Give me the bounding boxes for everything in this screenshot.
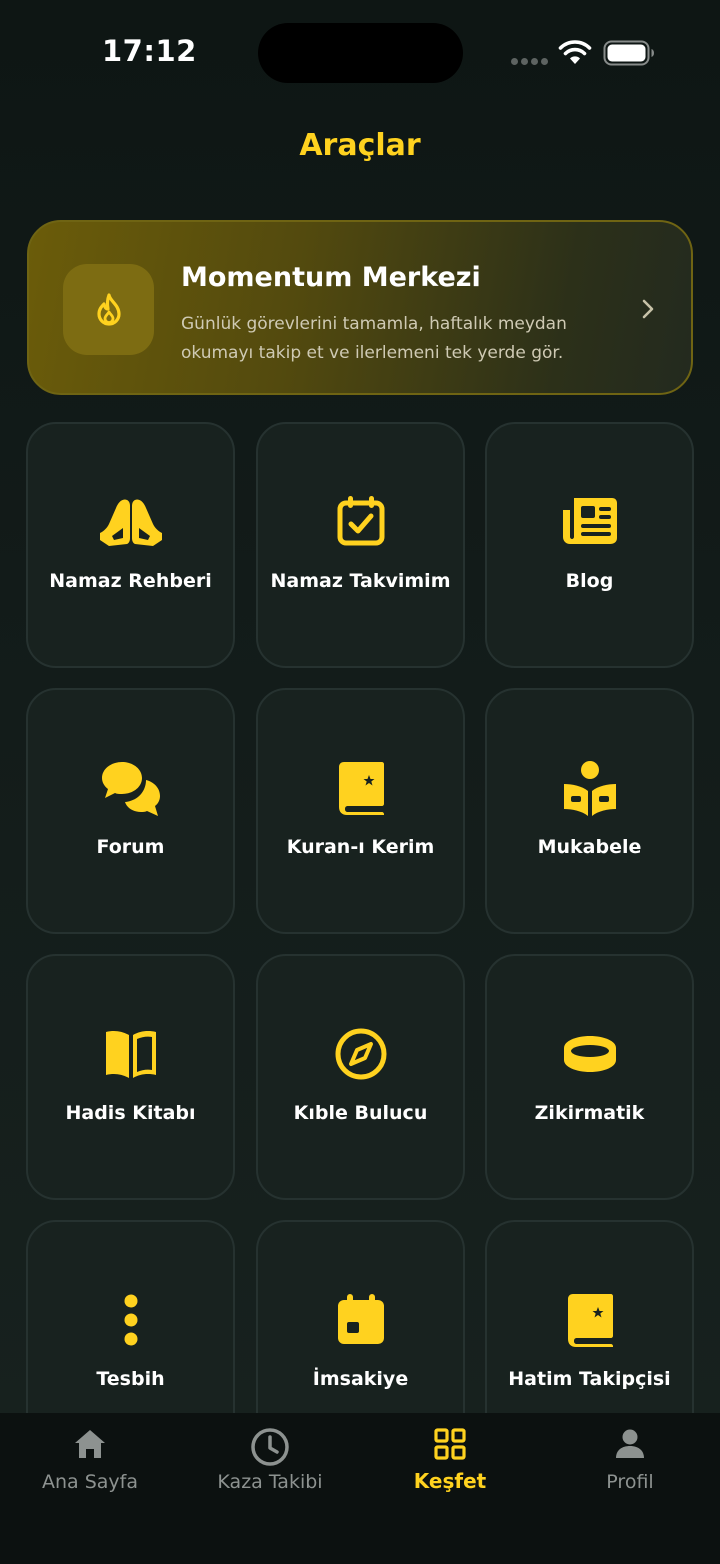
chat-bubbles-icon <box>28 760 233 818</box>
praying-hands-icon <box>28 494 233 548</box>
tool-tile-kuran-i-kerim[interactable]: Kuran-ı Kerim <box>256 688 465 934</box>
nav-label: Profil <box>606 1471 654 1493</box>
tool-label: İmsakiye <box>312 1368 409 1390</box>
page-title: Araçlar <box>299 128 421 163</box>
calendar-icon <box>258 1292 463 1348</box>
quran-book-icon <box>487 1292 692 1348</box>
cellular-signal-icon <box>511 58 548 65</box>
person-icon <box>540 1427 720 1461</box>
newspaper-icon <box>487 494 692 548</box>
nav-item-profil[interactable]: Profil <box>540 1413 720 1523</box>
clock-icon <box>180 1427 360 1467</box>
tool-tile-namaz-takvimim[interactable]: Namaz Takvimim <box>256 422 465 668</box>
flame-icon <box>63 264 154 355</box>
bottom-navigation: Ana Sayfa Kaza Takibi Keşfet Profil <box>0 1413 720 1564</box>
tool-label: Hadis Kitabı <box>65 1102 196 1124</box>
tool-tile-forum[interactable]: Forum <box>26 688 235 934</box>
momentum-card[interactable]: Momentum Merkezi Günlük görevlerini tama… <box>27 220 693 395</box>
nav-item-kesfet[interactable]: Keşfet <box>360 1413 540 1523</box>
tool-label: Hatim Takipçisi <box>508 1368 671 1390</box>
tool-label: Tesbih <box>96 1368 165 1390</box>
compass-icon <box>258 1026 463 1082</box>
beads-icon <box>28 1292 233 1348</box>
tool-tile-blog[interactable]: Blog <box>485 422 694 668</box>
open-book-icon <box>28 1026 233 1080</box>
nav-label: Ana Sayfa <box>41 1471 138 1493</box>
nav-item-kaza-takibi[interactable]: Kaza Takibi <box>180 1413 360 1523</box>
tool-tile-hadis-kitabi[interactable]: Hadis Kitabı <box>26 954 235 1200</box>
tool-label: Kıble Bulucu <box>293 1102 428 1124</box>
nav-item-ana-sayfa[interactable]: Ana Sayfa <box>0 1413 180 1523</box>
wifi-icon <box>558 40 592 64</box>
chevron-right-icon <box>642 299 654 319</box>
nav-label: Keşfet <box>413 1469 487 1493</box>
ring-counter-icon <box>487 1026 692 1082</box>
tool-tile-mukabele[interactable]: Mukabele <box>485 688 694 934</box>
tool-label: Blog <box>565 570 614 592</box>
battery-icon <box>603 40 654 66</box>
tool-label: Namaz Takvimim <box>270 570 451 592</box>
dynamic-island <box>258 23 463 83</box>
calendar-check-icon <box>258 494 463 548</box>
momentum-description: Günlük görevlerini tamamla, haftalık mey… <box>181 314 567 363</box>
tool-label: Namaz Rehberi <box>49 570 212 592</box>
home-icon <box>0 1427 180 1461</box>
quran-book-icon <box>258 760 463 816</box>
grid-icon <box>360 1427 540 1461</box>
tool-tile-kible-bulucu[interactable]: Kıble Bulucu <box>256 954 465 1200</box>
tool-label: Zikirmatik <box>534 1102 645 1124</box>
nav-label: Kaza Takibi <box>217 1471 323 1493</box>
tool-tile-zikirmatik[interactable]: Zikirmatik <box>485 954 694 1200</box>
tool-tile-namaz-rehberi[interactable]: Namaz Rehberi <box>26 422 235 668</box>
status-bar: 17:12 <box>0 0 720 100</box>
tool-label: Kuran-ı Kerim <box>286 836 435 858</box>
reader-icon <box>487 760 692 818</box>
status-time: 17:12 <box>102 34 197 68</box>
momentum-title: Momentum Merkezi <box>181 262 481 293</box>
tool-label: Mukabele <box>537 836 642 858</box>
tool-label: Forum <box>96 836 165 858</box>
